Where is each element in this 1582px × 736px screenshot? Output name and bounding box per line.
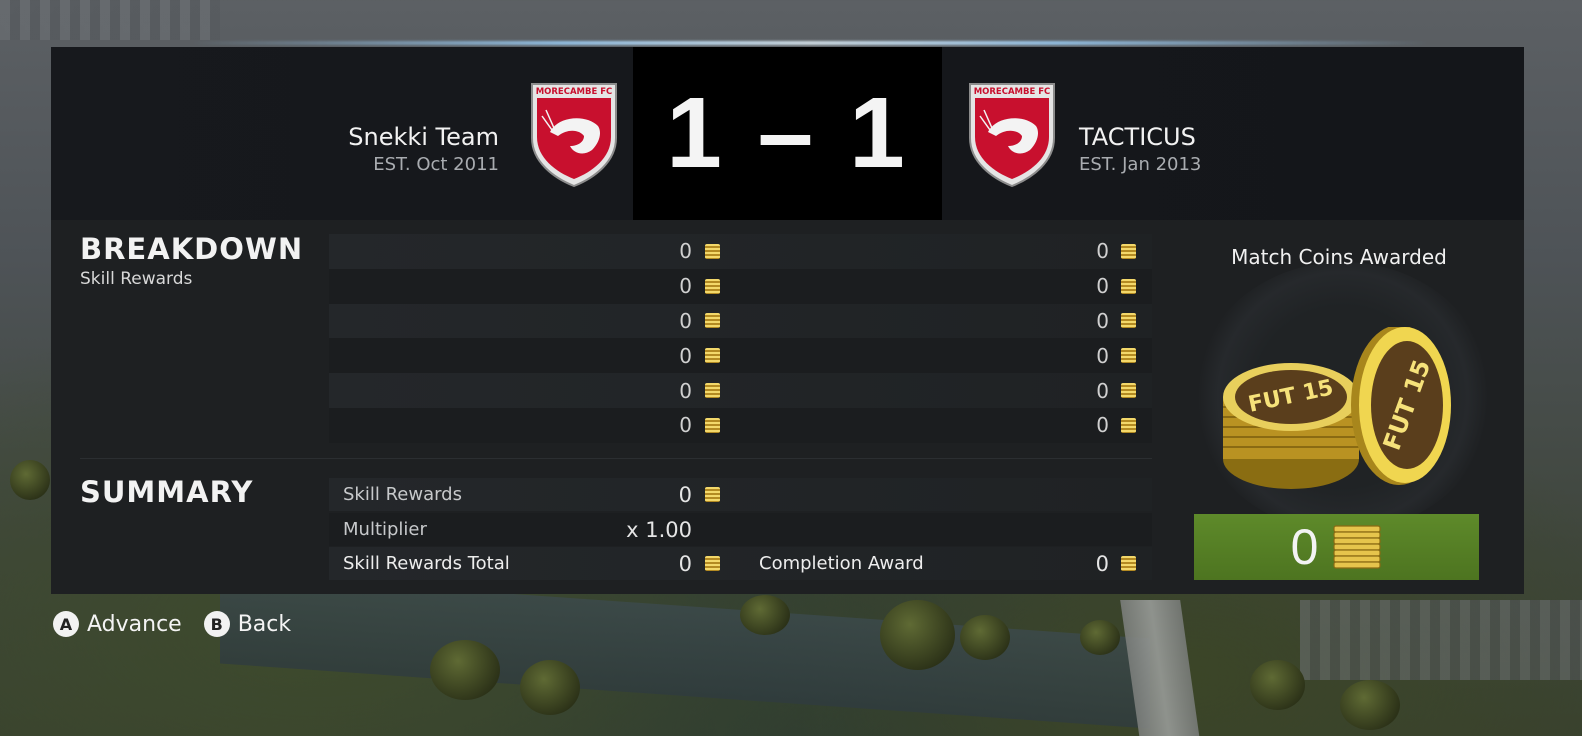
- home-reward-value: 0: [679, 274, 692, 299]
- summary-row-totals: Skill Rewards Total 0 Completion Award 0: [329, 547, 1152, 580]
- breakdown-row: 0 0: [329, 234, 1152, 269]
- advance-label: Advance: [87, 611, 182, 637]
- fut-coins-icon: FUT 15 FUT 15: [1223, 327, 1451, 489]
- home-reward-value: 0: [679, 343, 692, 368]
- coin-icon: [705, 417, 720, 433]
- parking-lot: [1300, 600, 1582, 680]
- back-label: Back: [237, 611, 292, 637]
- skill-rewards-value: 0: [678, 482, 692, 507]
- away-team: TACTICUS EST. Jan 2013: [1079, 123, 1201, 175]
- multiplier-label: Multiplier: [343, 519, 427, 540]
- tree: [1080, 620, 1120, 655]
- match-results-panel: Snekki Team EST. Oct 2011 MORECAMBE FC 1…: [51, 47, 1524, 594]
- breakdown-row: 0 0: [329, 407, 1152, 443]
- away-crest-text: MORECAMBE FC: [974, 87, 1051, 97]
- breakdown-row: 0 0: [329, 338, 1152, 374]
- breakdown-row: 0 0: [329, 373, 1152, 408]
- home-club-crest-icon: MORECAMBE FC: [531, 83, 617, 188]
- summary-title: SUMMARY: [80, 475, 254, 509]
- coin-icon: [705, 556, 720, 571]
- home-team-established: EST. Oct 2011: [373, 154, 499, 175]
- completion-award-label: Completion Award: [759, 553, 924, 574]
- a-button-icon: A: [53, 611, 79, 637]
- away-team-name: TACTICUS: [1079, 123, 1196, 151]
- completion-award-value: 0: [1095, 551, 1109, 576]
- coin-icon: [1121, 243, 1136, 259]
- summary-row-multiplier: Multiplier x 1.00: [329, 513, 1152, 546]
- home-reward-value: 0: [679, 308, 692, 333]
- tree: [520, 660, 580, 715]
- coin-icon: [705, 383, 720, 399]
- river: [220, 573, 1150, 729]
- away-reward-value: 0: [1096, 343, 1109, 368]
- coins-awarded-value: 0: [1290, 519, 1319, 575]
- coin-icon: [705, 348, 720, 364]
- breakdown-row: 0 0: [329, 303, 1152, 339]
- tree: [740, 595, 790, 635]
- skill-rewards-total-value: 0: [678, 551, 692, 576]
- match-score: 1 – 1: [666, 77, 909, 189]
- score-box: 1 – 1: [633, 47, 942, 220]
- away-reward-value: 0: [1096, 239, 1109, 264]
- multiplier-value: x 1.00: [626, 517, 692, 542]
- coin-icon: [705, 487, 720, 502]
- controller-hints: A Advance B Back: [53, 611, 291, 637]
- skill-rewards-label: Skill Rewards: [343, 484, 462, 505]
- b-button-icon: B: [203, 611, 230, 637]
- skill-rewards-total-label: Skill Rewards Total: [343, 553, 510, 574]
- coin-icon: [1121, 417, 1136, 433]
- coin-icon: [705, 243, 720, 259]
- away-reward-value: 0: [1096, 378, 1109, 403]
- coin-icon: [1121, 556, 1136, 571]
- breakdown-row: 0 0: [329, 268, 1152, 304]
- coin-icon: [1121, 383, 1136, 399]
- coin-icon: [705, 278, 720, 294]
- coin-stack-icon: [1333, 525, 1382, 569]
- away-reward-value: 0: [1096, 274, 1109, 299]
- home-crest-text: MORECAMBE FC: [536, 87, 613, 97]
- coin-upright: FUT 15: [1351, 327, 1451, 485]
- home-reward-value: 0: [679, 239, 692, 264]
- summary-row-skill-rewards: Skill Rewards 0: [329, 478, 1152, 511]
- coin-stack: FUT 15: [1223, 363, 1359, 489]
- breakdown-subtitle: Skill Rewards: [80, 269, 193, 289]
- scoreboard-header: Snekki Team EST. Oct 2011 MORECAMBE FC 1…: [51, 47, 1524, 220]
- tree: [960, 615, 1010, 660]
- coin-icon: [705, 313, 720, 329]
- away-reward-value: 0: [1096, 308, 1109, 333]
- advance-button[interactable]: A Advance: [53, 611, 182, 637]
- breakdown-title: BREAKDOWN: [80, 232, 304, 266]
- back-button[interactable]: B Back: [203, 611, 292, 637]
- section-divider: [80, 458, 1152, 459]
- away-team-established: EST. Jan 2013: [1079, 154, 1202, 175]
- tree: [1250, 660, 1305, 710]
- home-team: Snekki Team EST. Oct 2011: [348, 123, 499, 175]
- home-team-name: Snekki Team: [348, 123, 499, 151]
- parking-lot: [0, 0, 220, 40]
- tree: [430, 640, 500, 700]
- coin-icon: [1121, 278, 1136, 294]
- home-reward-value: 0: [679, 378, 692, 403]
- coin-icon: [1121, 313, 1136, 329]
- home-reward-value: 0: [679, 413, 692, 438]
- away-reward-value: 0: [1096, 413, 1109, 438]
- coin-icon: [1121, 348, 1136, 364]
- away-club-crest-icon: MORECAMBE FC: [969, 83, 1055, 188]
- tree: [10, 460, 50, 500]
- tree: [1340, 680, 1400, 730]
- tree: [880, 600, 955, 670]
- panel-glow: [190, 41, 1430, 45]
- breakdown-rows: 0 0 0 0 0 0 0 0 0 0 0 0: [329, 234, 1152, 443]
- coins-awarded-total: 0: [1194, 514, 1479, 580]
- match-coins-awarded-title: Match Coins Awarded: [1231, 245, 1447, 269]
